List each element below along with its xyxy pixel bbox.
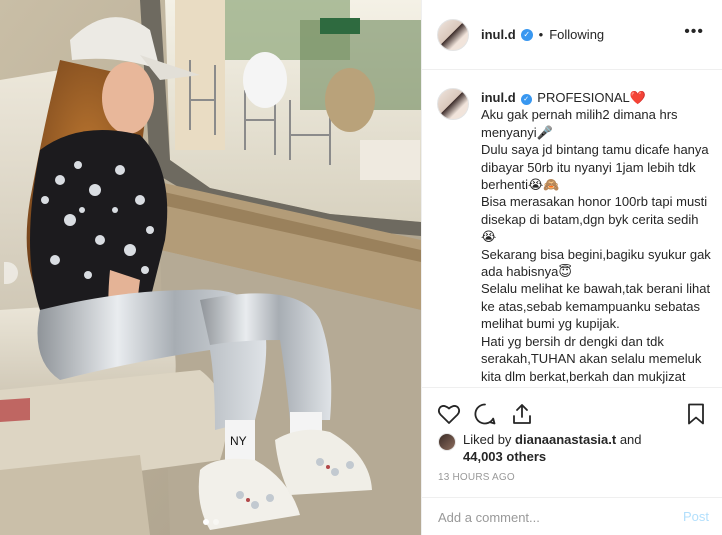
caption-avatar[interactable] bbox=[437, 88, 469, 120]
instagram-post: NY inul.d ✓ • Following ••• inul.d ✓ PRO… bbox=[0, 0, 722, 535]
carousel-dot-2 bbox=[212, 519, 219, 525]
separator-dot: • bbox=[538, 27, 544, 42]
carousel-dot-1 bbox=[202, 519, 209, 525]
comment-icon[interactable] bbox=[473, 402, 497, 426]
more-horizontal-icon[interactable]: ••• bbox=[684, 24, 704, 40]
post-comment-button[interactable]: Post bbox=[683, 509, 709, 524]
caption: inul.d ✓ PROFESIONAL❤️ Aku gak pernah mil… bbox=[481, 89, 713, 387]
caption-area: inul.d ✓ PROFESIONAL❤️ Aku gak pernah mil… bbox=[422, 71, 722, 387]
share-icon[interactable] bbox=[510, 402, 534, 426]
header-username[interactable]: inul.d bbox=[481, 27, 516, 42]
liker-avatar[interactable] bbox=[438, 433, 456, 451]
following-button[interactable]: Following bbox=[549, 27, 604, 42]
heart-icon[interactable] bbox=[437, 402, 461, 426]
avatar[interactable] bbox=[437, 18, 469, 51]
post-side-panel: inul.d ✓ • Following ••• inul.d ✓ PROFESI… bbox=[421, 0, 722, 535]
likes-text: Liked by dianaanastasia.t and 44,003 othe… bbox=[463, 431, 708, 465]
likes-and: and bbox=[616, 432, 642, 447]
liker-username[interactable]: dianaanastasia.t bbox=[515, 432, 616, 447]
svg-text:NY: NY bbox=[230, 434, 247, 448]
caption-text: PROFESIONAL❤️ Aku gak pernah milih2 dima… bbox=[481, 90, 711, 387]
bookmark-icon[interactable] bbox=[684, 402, 708, 426]
likes-count[interactable]: 44,003 others bbox=[463, 449, 546, 464]
carousel-indicator bbox=[0, 519, 421, 525]
comment-form: Post bbox=[422, 497, 722, 535]
verified-badge-icon: ✓ bbox=[520, 94, 532, 105]
verified-badge-icon: ✓ bbox=[520, 28, 533, 41]
comment-input[interactable] bbox=[438, 507, 668, 527]
post-photo[interactable]: NY bbox=[0, 0, 421, 535]
post-header: inul.d ✓ • Following ••• bbox=[422, 0, 722, 70]
photo-illustration: NY bbox=[0, 0, 421, 535]
likes-prefix: Liked by bbox=[463, 432, 516, 447]
post-timestamp[interactable]: 13 HOURS AGO bbox=[438, 472, 515, 483]
caption-username[interactable]: inul.d bbox=[481, 90, 516, 105]
